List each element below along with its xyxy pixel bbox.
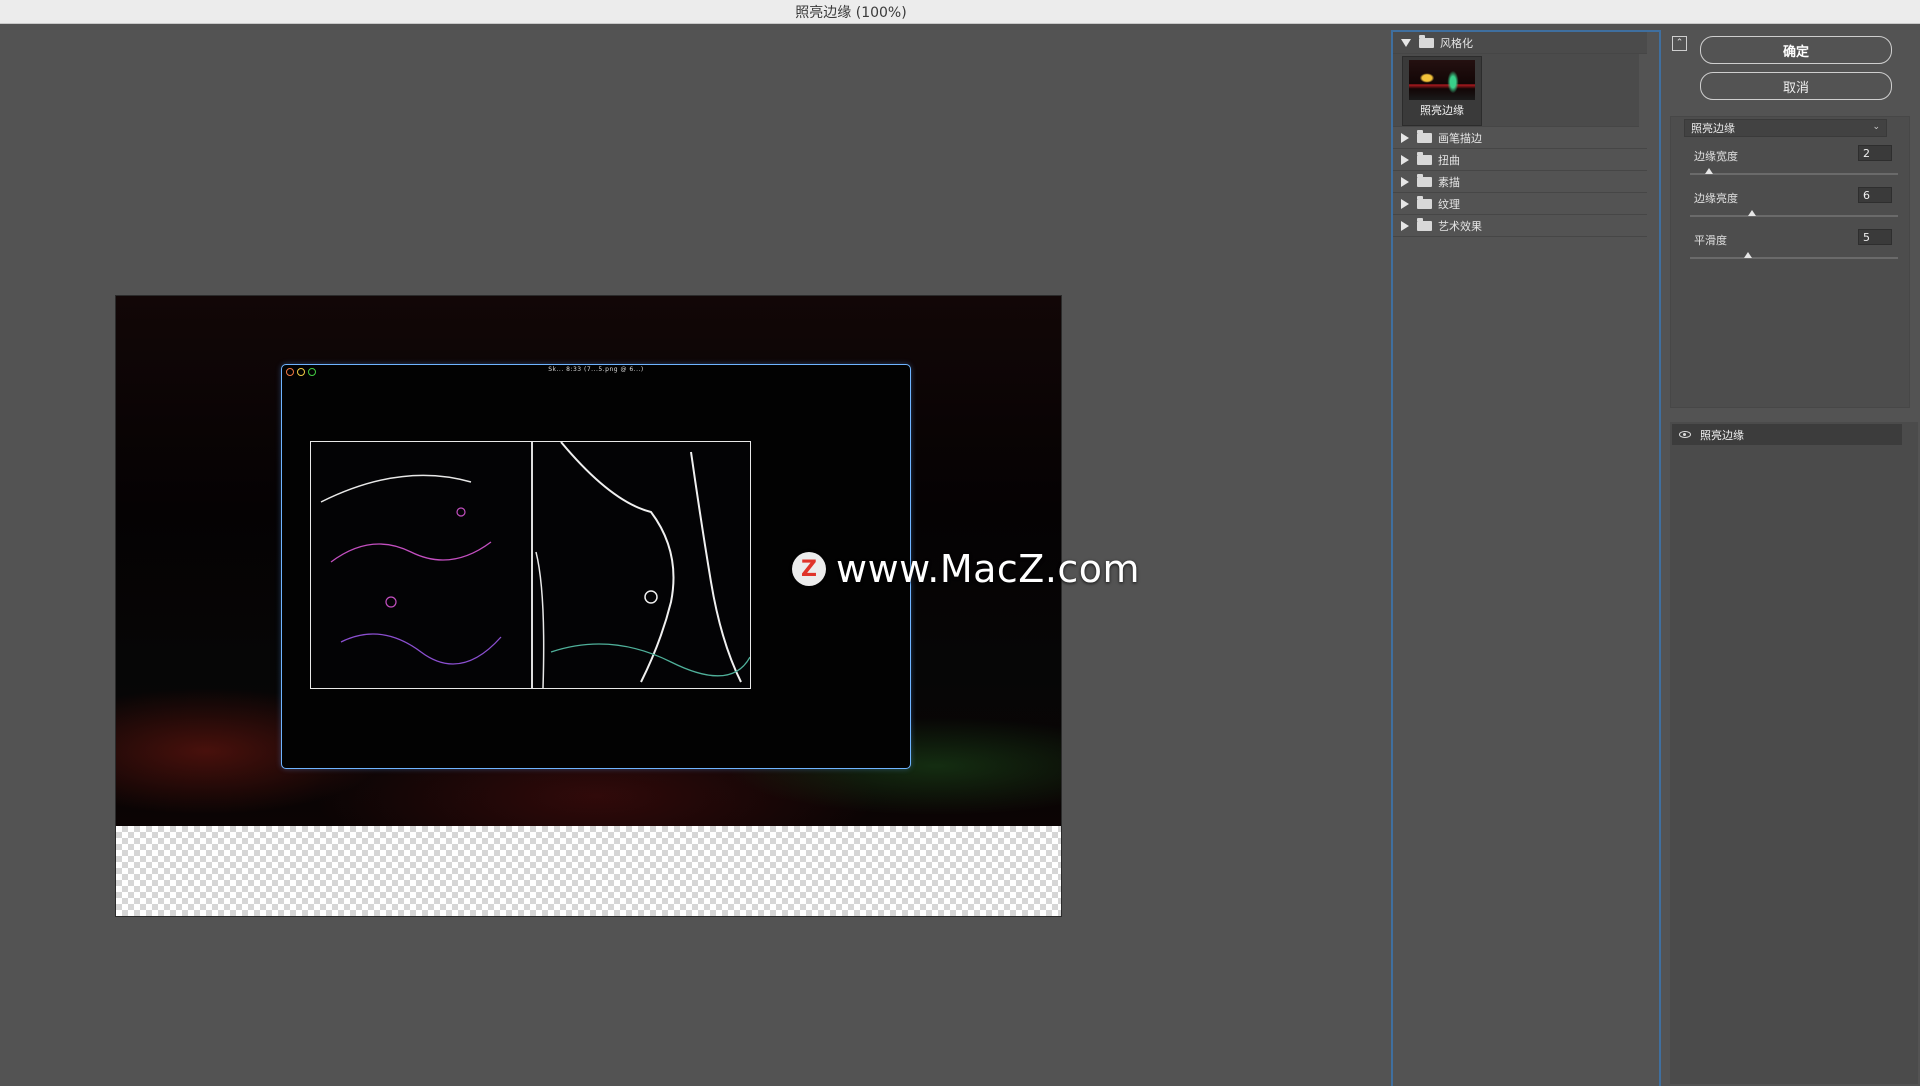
disclosure-right-icon [1401, 176, 1409, 187]
filter-select-value: 照亮边缘 [1691, 122, 1735, 135]
edge-width-label: 边缘宽度 [1694, 150, 1738, 163]
category-label: 画笔描边 [1438, 131, 1482, 145]
folder-icon [1419, 34, 1434, 48]
edge-width-slider[interactable] [1690, 173, 1898, 175]
double-chevron-up-icon[interactable]: ⌃ [1672, 36, 1687, 51]
inner-window-title: Sk... 8:33 (7...5.png @ 6...) [548, 366, 644, 373]
category-label: 纹理 [1438, 197, 1460, 211]
effect-layer-label: 照亮边缘 [1700, 428, 1744, 442]
disclosure-right-icon [1401, 220, 1409, 231]
smoothness-label: 平滑度 [1694, 234, 1727, 247]
filter-select[interactable]: 照亮边缘 ⌄ [1684, 119, 1887, 137]
category-distort[interactable]: 扭曲 [1393, 149, 1647, 171]
folder-icon [1417, 151, 1432, 165]
edge-brightness-label: 边缘亮度 [1694, 192, 1738, 205]
inner-photo [310, 441, 751, 689]
edge-width-slider-thumb[interactable] [1704, 168, 1713, 174]
cancel-button[interactable]: 取消 [1700, 72, 1892, 100]
filter-gallery: 风格化 照亮边缘 画笔描边 扭曲 素描 纹理 艺术效果 [1391, 30, 1661, 1086]
watermark: Z www.MacZ.com [792, 547, 1140, 591]
category-sketch[interactable]: 素描 [1393, 171, 1647, 193]
edge-brightness-slider[interactable] [1690, 215, 1898, 217]
disclosure-right-icon [1401, 132, 1409, 143]
preview-area[interactable]: Sk... 8:33 (7...5.png @ 6...) Z www.MacZ… [0, 24, 1390, 1084]
disclosure-right-icon [1401, 198, 1409, 209]
watermark-logo-icon: Z [792, 552, 826, 586]
compare-divider [531, 442, 533, 688]
edge-brightness-input[interactable]: 6 [1858, 187, 1892, 203]
window-title: 照亮边缘 (100%) [795, 4, 907, 21]
filter-thumb-glowing-edges[interactable]: 照亮边缘 [1402, 56, 1482, 126]
category-label: 素描 [1438, 175, 1460, 189]
filter-thumbnails: 照亮边缘 [1393, 54, 1639, 127]
filter-thumb-label: 照亮边缘 [1420, 104, 1464, 117]
category-texture[interactable]: 纹理 [1393, 193, 1647, 215]
eye-icon[interactable] [1679, 431, 1691, 438]
folder-icon [1417, 217, 1432, 231]
folder-icon [1417, 129, 1432, 143]
category-label: 风格化 [1440, 36, 1473, 50]
category-stylize[interactable]: 风格化 [1393, 32, 1647, 54]
category-label: 扭曲 [1438, 153, 1460, 167]
category-artistic[interactable]: 艺术效果 [1393, 215, 1647, 237]
effect-layers: 照亮边缘 [1670, 422, 1918, 1084]
edge-width-input[interactable]: 2 [1858, 145, 1892, 161]
disclosure-down-icon [1401, 38, 1411, 47]
preview-canvas[interactable]: Sk... 8:33 (7...5.png @ 6...) [115, 295, 1062, 917]
disclosure-right-icon [1401, 154, 1409, 165]
edge-brightness-slider-thumb[interactable] [1748, 210, 1757, 216]
smoothness-input[interactable]: 5 [1858, 229, 1892, 245]
category-label: 艺术效果 [1438, 219, 1482, 233]
folder-icon [1417, 195, 1432, 209]
smoothness-slider-thumb[interactable] [1744, 252, 1753, 258]
effect-layer-row[interactable]: 照亮边缘 [1672, 424, 1902, 445]
chevron-down-icon: ⌄ [1872, 122, 1880, 132]
folder-icon [1417, 173, 1432, 187]
watermark-text: www.MacZ.com [836, 547, 1141, 591]
window-titlebar: 照亮边缘 (100%) [0, 0, 1920, 24]
category-brush-strokes[interactable]: 画笔描边 [1393, 127, 1647, 149]
settings-panel: ⌃ 确定 取消 照亮边缘 ⌄ 边缘宽度 2 边缘亮度 6 平滑度 5 照亮边缘 [1660, 30, 1920, 1084]
filter-thumb-image [1409, 60, 1475, 100]
transparent-area [116, 826, 1061, 916]
smoothness-slider[interactable] [1690, 257, 1898, 259]
ok-button[interactable]: 确定 [1700, 36, 1892, 64]
